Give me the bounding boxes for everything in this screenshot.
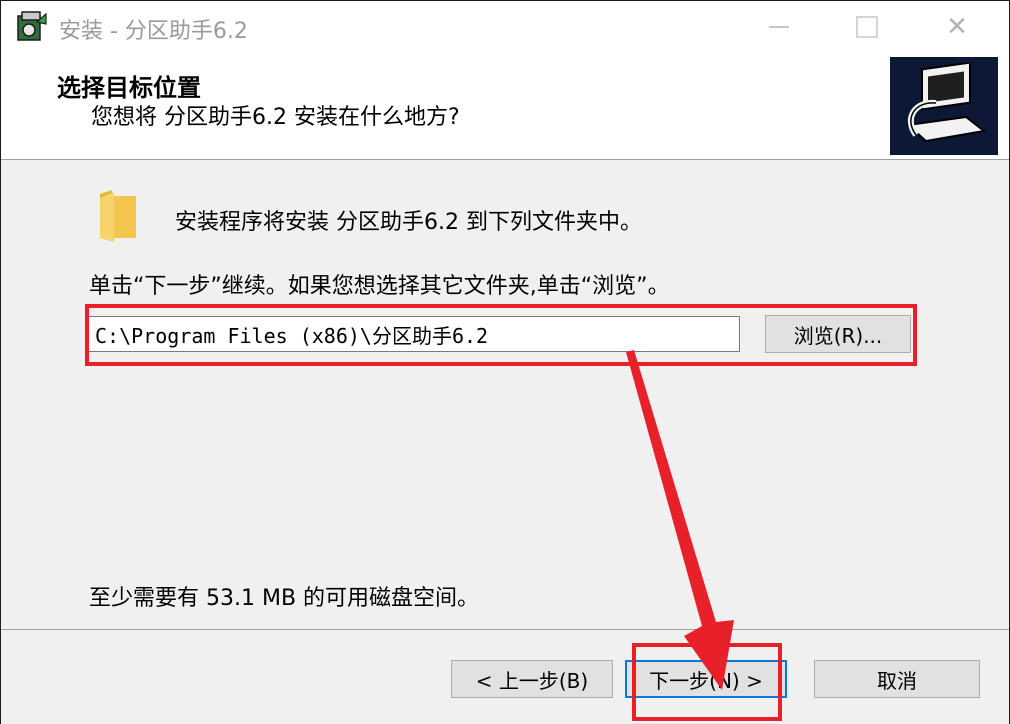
window-title: 安装 - 分区助手6.2 — [59, 19, 248, 44]
close-button[interactable]: ✕ — [927, 7, 987, 47]
next-highlight-annotation — [632, 643, 782, 721]
page-subtitle: 您想将 分区助手6.2 安装在什么地方? — [91, 105, 460, 130]
computer-install-icon — [905, 63, 987, 143]
back-button[interactable]: < 上一步(B) — [451, 660, 613, 698]
folder-icon — [100, 190, 136, 242]
wizard-footer: < 上一步(B) 下一步(N) > 取消 — [1, 629, 1009, 724]
maximize-button[interactable] — [837, 7, 897, 47]
minimize-button[interactable] — [749, 7, 809, 47]
install-intro-text: 安装程序将安装 分区助手6.2 到下列文件夹中。 — [175, 210, 642, 235]
title-bar[interactable]: 安装 - 分区助手6.2 ✕ — [1, 1, 1009, 53]
minimize-icon — [769, 26, 789, 28]
wizard-header-image — [890, 57, 998, 155]
installer-app-icon — [17, 11, 47, 41]
instruction-text: 单击“下一步”继续。如果您想选择其它文件夹,单击“浏览”。 — [89, 274, 670, 299]
wizard-header: 选择目标位置 您想将 分区助手6.2 安装在什么地方? — [1, 53, 1009, 160]
page-title: 选择目标位置 — [57, 74, 201, 102]
path-highlight-annotation — [85, 304, 917, 366]
maximize-icon — [856, 16, 878, 38]
cancel-button[interactable]: 取消 — [814, 660, 980, 698]
installer-window: 安装 - 分区助手6.2 ✕ 选择目标位置 您想将 分区助手6.2 安装在什么地… — [0, 0, 1010, 724]
disk-space-text: 至少需要有 53.1 MB 的可用磁盘空间。 — [89, 586, 480, 611]
close-icon: ✕ — [946, 12, 968, 42]
wizard-body: 安装程序将安装 分区助手6.2 到下列文件夹中。 单击“下一步”继续。如果您想选… — [1, 160, 1009, 629]
